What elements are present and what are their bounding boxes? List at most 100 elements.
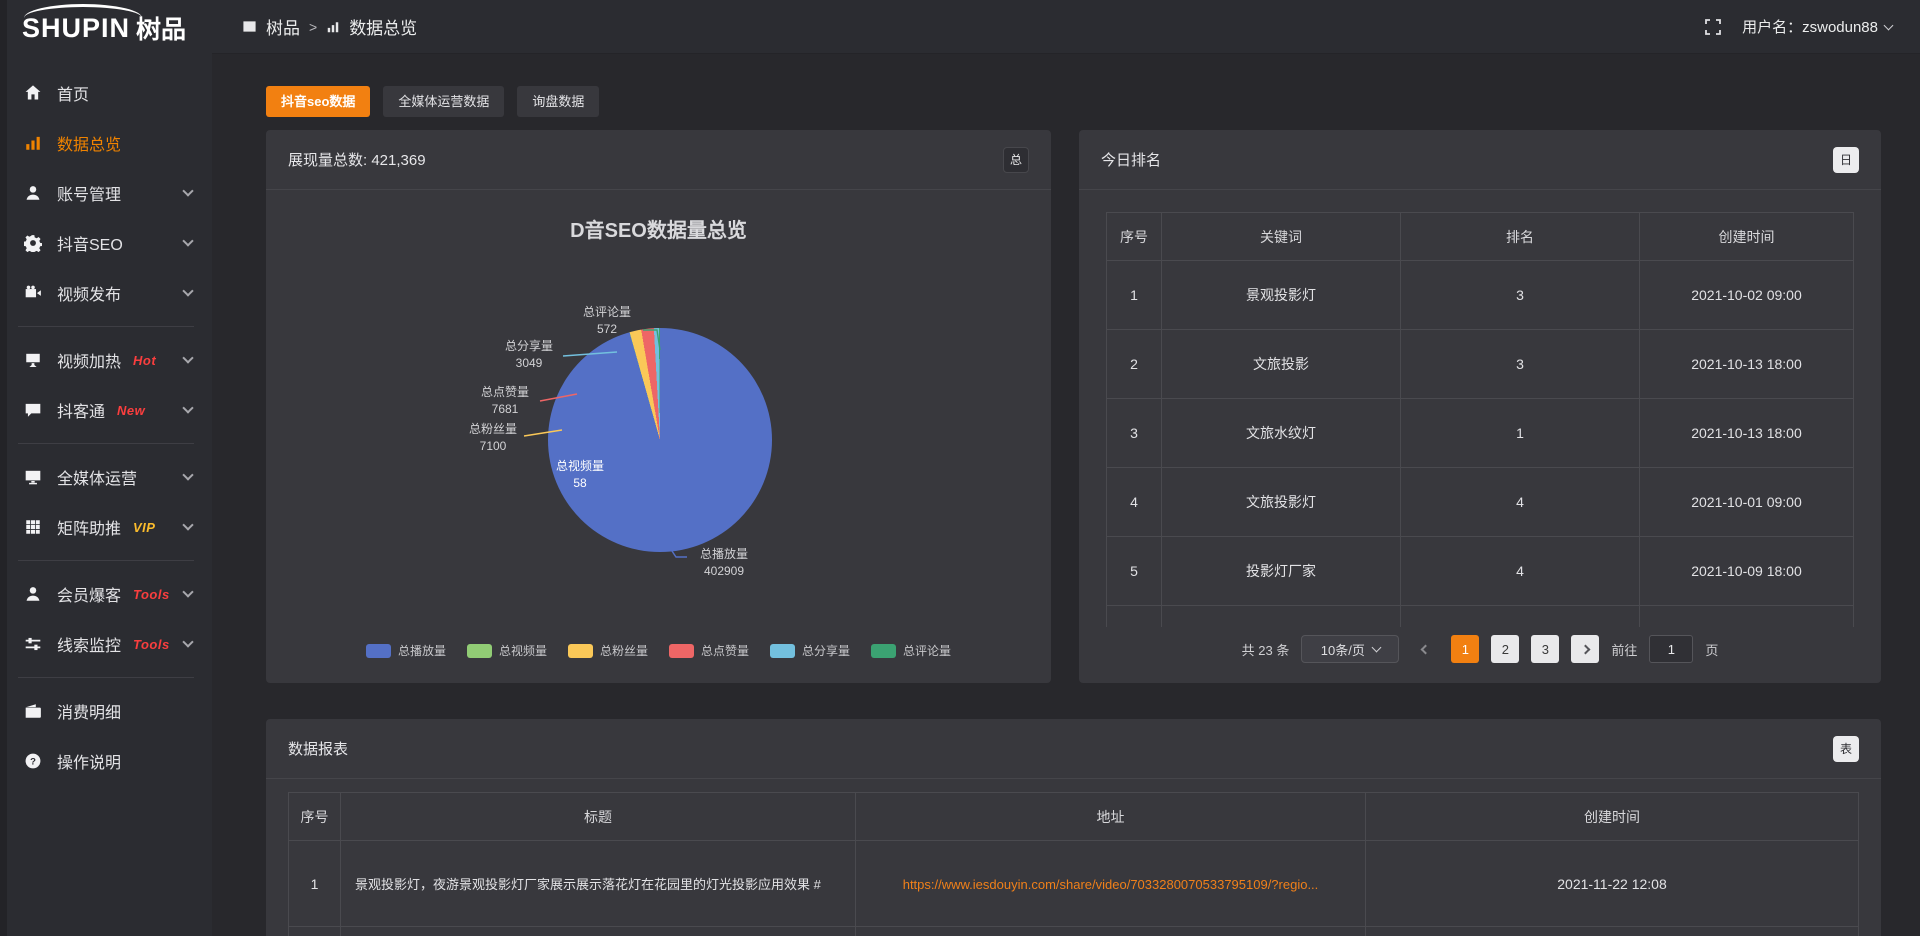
sidebar-item-spend-detail[interactable]: 消费明细 [0, 686, 212, 736]
seo-chart-panel: 展现量总数: 421,369 总 D音SEO数据量总览 总评论量 572 总分享… [266, 130, 1051, 683]
table-row: 3 文旅水纹灯 1 2021-10-13 18:00 [1107, 399, 1854, 468]
legend-item-videos[interactable]: 总视频量 [467, 642, 547, 659]
col-index: 序号 [289, 793, 341, 841]
table-row: 1 景观投影灯，夜游景观投影灯厂家展示展示落花灯在花园里的灯光投影应用效果 # … [289, 841, 1859, 927]
video-url-link[interactable]: https://www.iesdouyin.com/share/video/70… [903, 877, 1319, 892]
legend-swatch [366, 644, 391, 658]
pie-chart[interactable] [548, 328, 772, 552]
breadcrumb-home[interactable]: 树品 [266, 14, 300, 39]
ranking-panel-title: 今日排名 [1101, 149, 1161, 170]
col-url: 地址 [856, 793, 1366, 841]
tab-inquiry-data[interactable]: 询盘数据 [517, 86, 599, 117]
member-icon [24, 585, 42, 603]
question-circle-icon: ? [24, 752, 42, 770]
page-button-3[interactable]: 3 [1531, 635, 1559, 663]
heat-board-icon [24, 351, 42, 369]
goto-page-input[interactable] [1649, 635, 1693, 663]
chevron-down-icon [182, 469, 193, 480]
sidebar-divider [18, 677, 194, 678]
tab-douyin-seo-data[interactable]: 抖音seo数据 [266, 86, 370, 117]
sidebar-item-video-heat[interactable]: 视频加热 Hot [0, 335, 212, 385]
pie-label-fans: 总粉丝量 7100 [460, 421, 526, 455]
sidebar-item-video-publish[interactable]: 视频发布 [0, 268, 212, 318]
legend-item-fans[interactable]: 总粉丝量 [568, 642, 648, 659]
svg-text:?: ? [30, 756, 36, 767]
col-title: 标题 [341, 793, 856, 841]
goto-label: 前往 [1611, 640, 1637, 659]
grid-icon [24, 518, 42, 536]
sidebar-item-help[interactable]: ? 操作说明 [0, 736, 212, 786]
sidebar-item-member-burst[interactable]: 会员爆客 Tools [0, 569, 212, 619]
sidebar-item-home[interactable]: 首页 [0, 68, 212, 118]
pie-chart-area: D音SEO数据量总览 总评论量 572 总分享量 3049 总点赞量 7681 … [266, 190, 1051, 683]
table-row: 1 景观投影灯 3 2021-10-02 09:00 [1107, 261, 1854, 330]
sidebar: SHUPIN 树品 首页 数据总览 账号管理 抖音SEO 视频发布 [0, 0, 212, 936]
legend-swatch [467, 644, 492, 658]
pie-label-likes: 总点赞量 7681 [472, 384, 538, 418]
monitor-icon [24, 468, 42, 486]
sidebar-item-lead-monitor[interactable]: 线索监控 Tools [0, 619, 212, 669]
fullscreen-icon[interactable] [1704, 18, 1722, 36]
chat-bubble-icon [24, 401, 42, 419]
chevron-left-icon [1420, 644, 1430, 654]
video-title: 景观投影灯，夜游景观投影灯厂家展示展示落花灯在花园里的灯光投影应用效果 # [341, 841, 856, 927]
pie-label-videos: 总视频量 58 [548, 458, 612, 492]
pie-label-plays: 总播放量 402909 [684, 546, 764, 580]
page-button-1[interactable]: 1 [1451, 635, 1479, 663]
home-icon [24, 84, 42, 102]
username: 用户名：zswodun88 [1742, 16, 1878, 37]
new-badge: New [117, 403, 145, 418]
tools-badge: Tools [133, 637, 170, 652]
legend-swatch [568, 644, 593, 658]
sidebar-item-douyin-seo[interactable]: 抖音SEO [0, 218, 212, 268]
table-row-clipped [289, 927, 1859, 936]
user-icon [24, 184, 42, 202]
legend-item-shares[interactable]: 总分享量 [770, 642, 850, 659]
col-created: 创建时间 [1366, 793, 1859, 841]
pie-label-shares: 总分享量 3049 [496, 338, 562, 372]
impressions-total-label: 展现量总数: 421,369 [288, 149, 426, 170]
chevron-down-icon [1371, 643, 1381, 653]
chevron-down-icon [182, 352, 193, 363]
hot-badge: Hot [133, 353, 156, 368]
data-report-panel: 数据报表 表 序号 标题 地址 创建时间 1 景观投影灯，夜游景观投影灯厂家展示… [266, 719, 1881, 936]
day-view-button[interactable]: 日 [1833, 147, 1859, 173]
page-size-select[interactable]: 10条/页 [1301, 635, 1399, 663]
sidebar-item-omni-media[interactable]: 全媒体运营 [0, 452, 212, 502]
total-view-button[interactable]: 总 [1003, 147, 1029, 173]
col-index: 序号 [1107, 213, 1162, 261]
next-page-button[interactable] [1571, 635, 1599, 663]
col-rank: 排名 [1401, 213, 1640, 261]
report-panel-header: 数据报表 表 [266, 719, 1881, 779]
sidebar-menu: 首页 数据总览 账号管理 抖音SEO 视频发布 视频加热 Hot [0, 68, 212, 786]
prev-page-button[interactable] [1411, 635, 1439, 663]
sidebar-divider [18, 443, 194, 444]
chevron-down-icon [182, 402, 193, 413]
table-view-button[interactable]: 表 [1833, 736, 1859, 762]
wallet-icon [24, 702, 42, 720]
report-table: 序号 标题 地址 创建时间 1 景观投影灯，夜游景观投影灯厂家展示展示落花灯在花… [288, 792, 1859, 936]
sidebar-item-data-overview[interactable]: 数据总览 [0, 118, 212, 168]
app-logo[interactable]: SHUPIN 树品 [0, 0, 212, 56]
user-menu[interactable]: 用户名：zswodun88 [1742, 16, 1892, 37]
video-camera-icon [24, 284, 42, 302]
chevron-down-icon [182, 235, 193, 246]
chevron-down-icon [1884, 20, 1894, 30]
sidebar-item-matrix-boost[interactable]: 矩阵助推 VIP [0, 502, 212, 552]
sidebar-item-account[interactable]: 账号管理 [0, 168, 212, 218]
legend-item-likes[interactable]: 总点赞量 [669, 642, 749, 659]
chevron-down-icon [182, 185, 193, 196]
legend-item-plays[interactable]: 总播放量 [366, 642, 446, 659]
sidebar-divider [18, 326, 194, 327]
table-row-clipped [1107, 606, 1854, 628]
sidebar-item-douketong[interactable]: 抖客通 New [0, 385, 212, 435]
col-created: 创建时间 [1640, 213, 1854, 261]
ranking-panel-header: 今日排名 日 [1079, 130, 1881, 190]
tab-omni-media-data[interactable]: 全媒体运营数据 [383, 86, 504, 117]
data-tabs: 抖音seo数据 全媒体运营数据 询盘数据 [266, 86, 599, 117]
page-button-2[interactable]: 2 [1491, 635, 1519, 663]
table-row: 4 文旅投影灯 4 2021-10-01 09:00 [1107, 468, 1854, 537]
legend-item-comments[interactable]: 总评论量 [871, 642, 951, 659]
chevron-down-icon [182, 519, 193, 530]
bar-chart-icon [326, 20, 340, 34]
